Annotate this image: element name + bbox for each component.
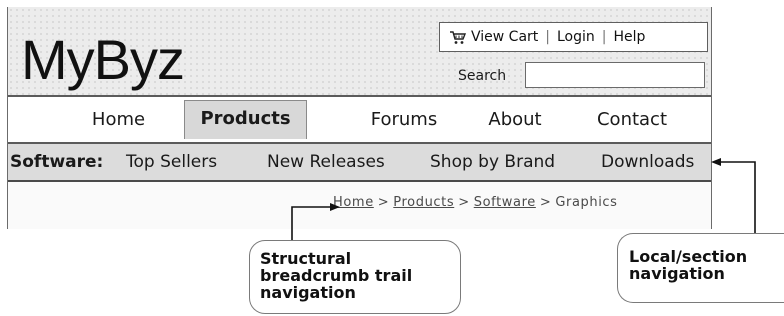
subnav-link-shop-by-brand[interactable]: Shop by Brand [430,144,555,180]
tab-home[interactable]: Home [71,97,166,142]
breadcrumb-separator: > [377,195,390,210]
search-label: Search [458,68,507,84]
site-header: MyByz View Cart | Login | Help Search [8,7,711,95]
subnav-link-downloads[interactable]: Downloads [601,144,694,180]
local-navigation: Software: Top Sellers New Releases Shop … [8,144,711,182]
callout-line: navigation [629,264,725,283]
tab-products[interactable]: Products [184,100,307,139]
tab-forums[interactable]: Forums [360,97,448,142]
search-input[interactable] [525,62,705,88]
local-navigation-callout: Local/section navigation [617,233,784,303]
breadcrumb-link-software[interactable]: Software [474,195,536,210]
tab-contact[interactable]: Contact [588,97,676,142]
breadcrumb-current: Graphics [555,195,618,210]
callout-line: Structural [260,249,352,268]
main-navigation: Home Products Forums About Contact [8,95,711,144]
utility-separator: | [545,29,550,45]
local-nav-leader-line [718,161,756,233]
callout-line: Local/section [629,247,748,266]
breadcrumb: Home > Products > Software > Graphics [333,195,618,210]
breadcrumb-link-products[interactable]: Products [393,195,454,210]
breadcrumb-separator: > [539,195,552,210]
breadcrumb-separator: > [458,195,470,210]
login-link[interactable]: Login [557,29,595,45]
view-cart-link[interactable]: View Cart [471,29,538,45]
utility-bar: View Cart | Login | Help [439,22,708,52]
callout-line: breadcrumb trail [260,266,413,285]
tab-about[interactable]: About [476,97,554,142]
shopping-cart-icon[interactable] [449,30,467,45]
breadcrumb-link-home[interactable]: Home [333,195,374,210]
local-nav-arrowhead [711,158,721,166]
subnav-link-new-releases[interactable]: New Releases [267,144,385,180]
utility-separator: | [601,29,607,45]
subnav-link-top-sellers[interactable]: Top Sellers [126,144,217,180]
breadcrumb-callout: Structural breadcrumb trail navigation [249,240,461,314]
subnav-section-label: Software: [10,152,104,172]
help-link[interactable]: Help [614,29,646,45]
callout-line: navigation [260,283,356,302]
site-logo[interactable]: MyByz [21,25,185,95]
